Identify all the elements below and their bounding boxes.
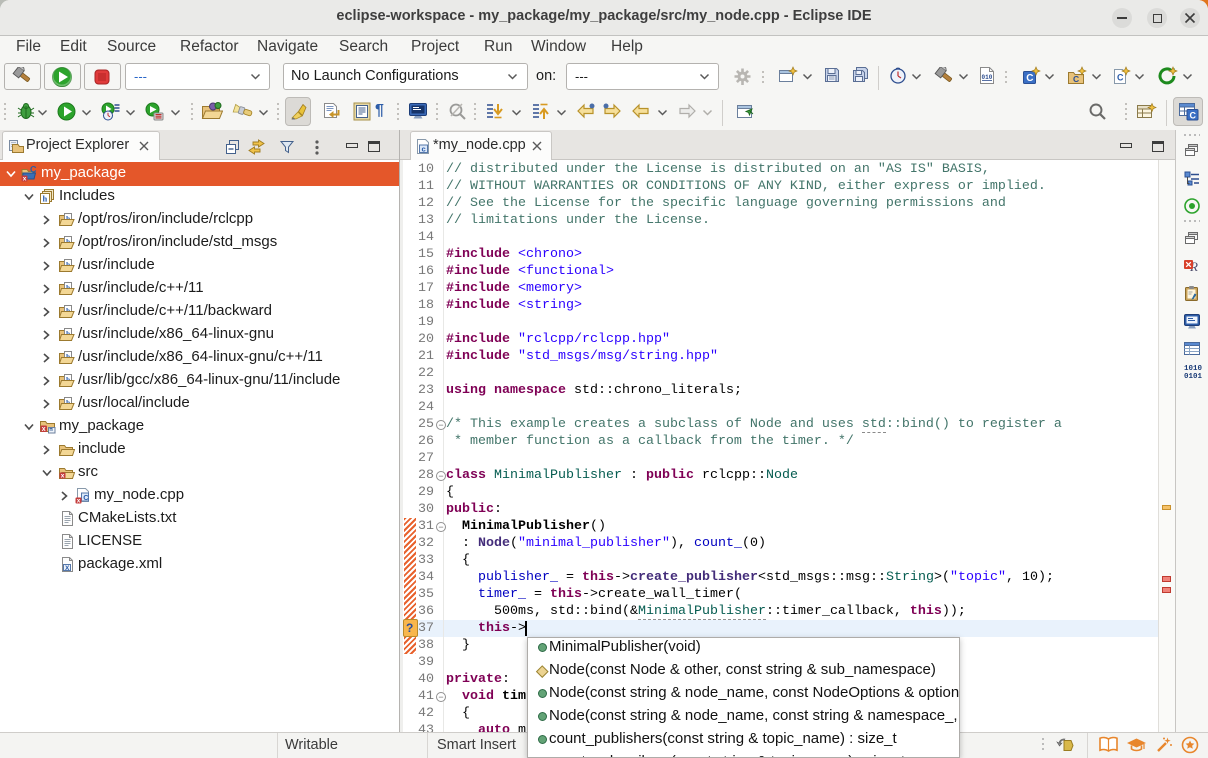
svg-text:C: C (1190, 110, 1197, 120)
